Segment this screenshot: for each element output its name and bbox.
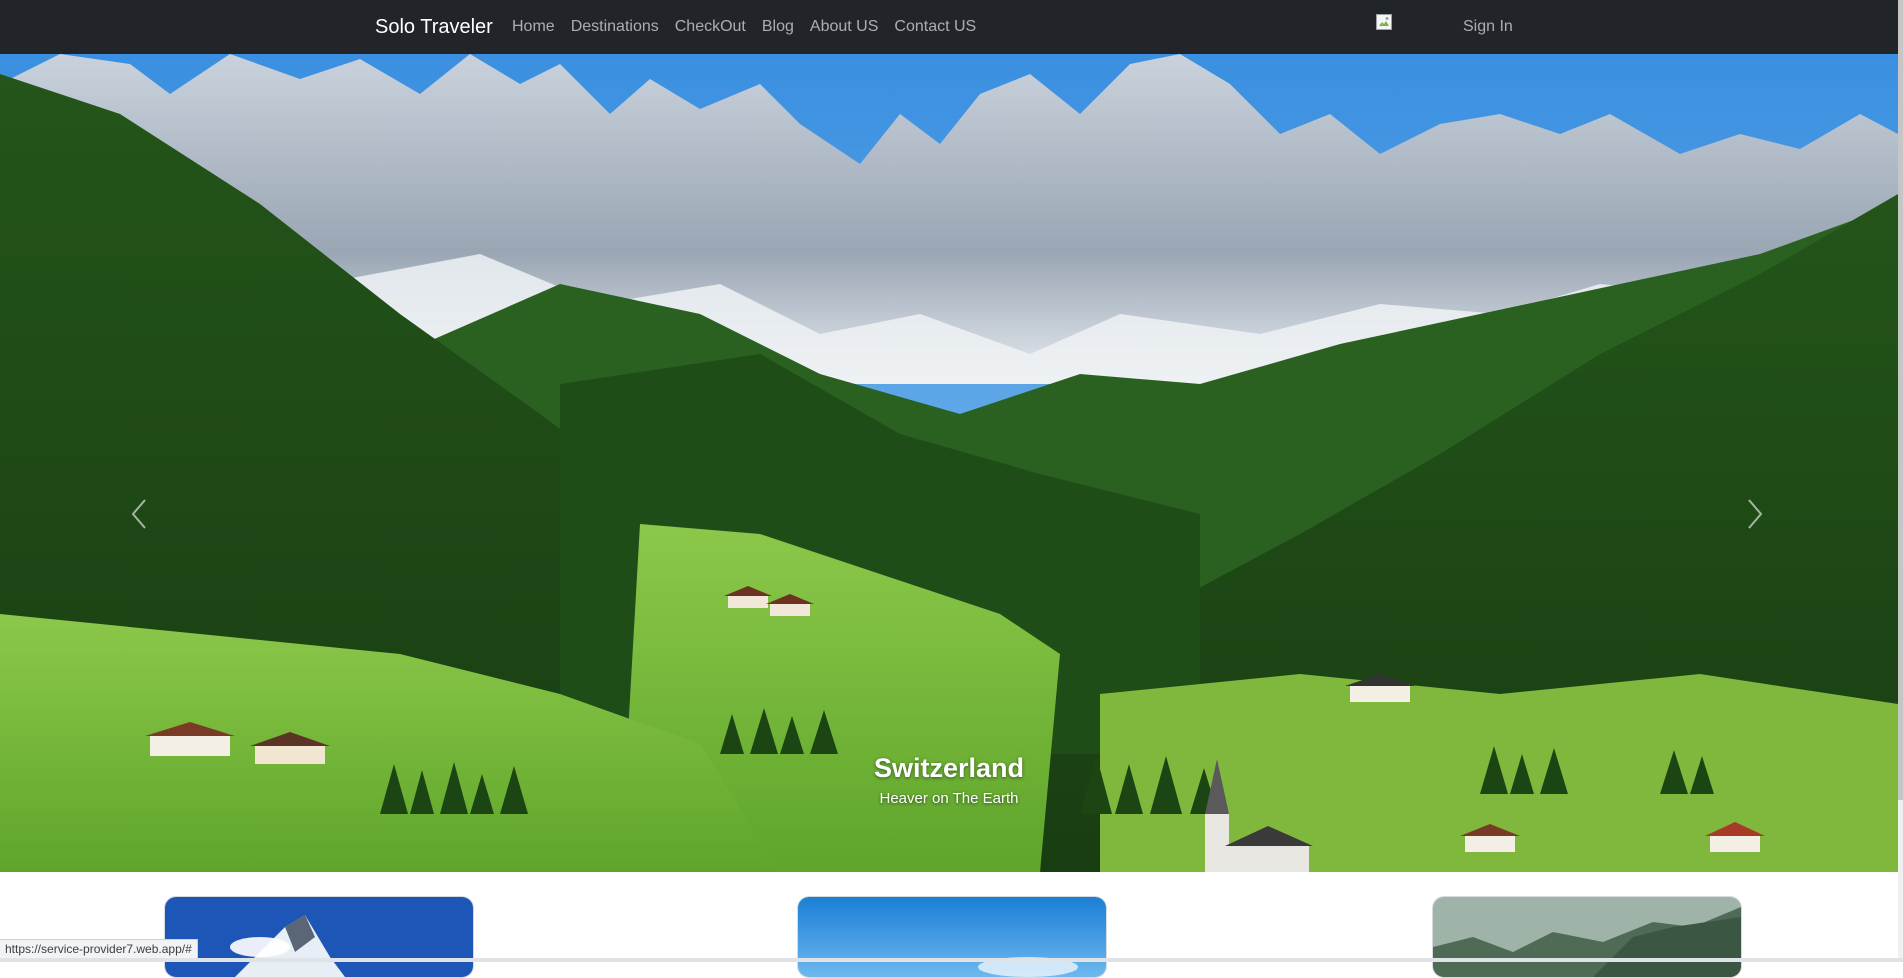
chevron-left-icon [131, 499, 147, 529]
bottom-edge [0, 958, 1903, 962]
nav-links: Home Destinations CheckOut Blog About US… [512, 16, 984, 38]
card-image-matterhorn [165, 897, 473, 977]
link-status-bar: https://service-provider7.web.app/# [0, 939, 198, 959]
broken-avatar-image-icon [1376, 14, 1392, 30]
top-navbar: Solo Traveler Home Destinations CheckOut… [0, 0, 1903, 54]
nav-link-about-us[interactable]: About US [802, 16, 886, 38]
nav-link-blog[interactable]: Blog [754, 16, 802, 38]
destination-card-3[interactable] [1432, 896, 1742, 978]
brand-logo[interactable]: Solo Traveler [375, 14, 493, 40]
nav-link-contact-us[interactable]: Contact US [886, 16, 984, 38]
hero-carousel: Switzerland Heaver on The Earth [0, 54, 1898, 872]
card-image-sky [798, 897, 1106, 977]
slide-subtitle: Heaver on The Earth [879, 790, 1019, 807]
card-image-misty-forest [1433, 897, 1741, 977]
page-scrollbar[interactable] [1898, 0, 1903, 962]
carousel-caption: Switzerland Heaver on The Earth [0, 748, 1898, 810]
destination-card-1[interactable] [164, 896, 474, 978]
slide-title: Switzerland [873, 753, 1025, 783]
scrollbar-thumb[interactable] [1898, 0, 1903, 800]
nav-link-destinations[interactable]: Destinations [563, 16, 667, 38]
sign-in-link[interactable]: Sign In [1463, 16, 1513, 38]
carousel-next-button[interactable] [1735, 484, 1775, 544]
carousel-prev-button[interactable] [119, 484, 159, 544]
nav-link-home[interactable]: Home [512, 16, 563, 38]
nav-link-checkout[interactable]: CheckOut [667, 16, 754, 38]
destination-card-2[interactable] [797, 896, 1107, 978]
chevron-right-icon [1747, 499, 1763, 529]
